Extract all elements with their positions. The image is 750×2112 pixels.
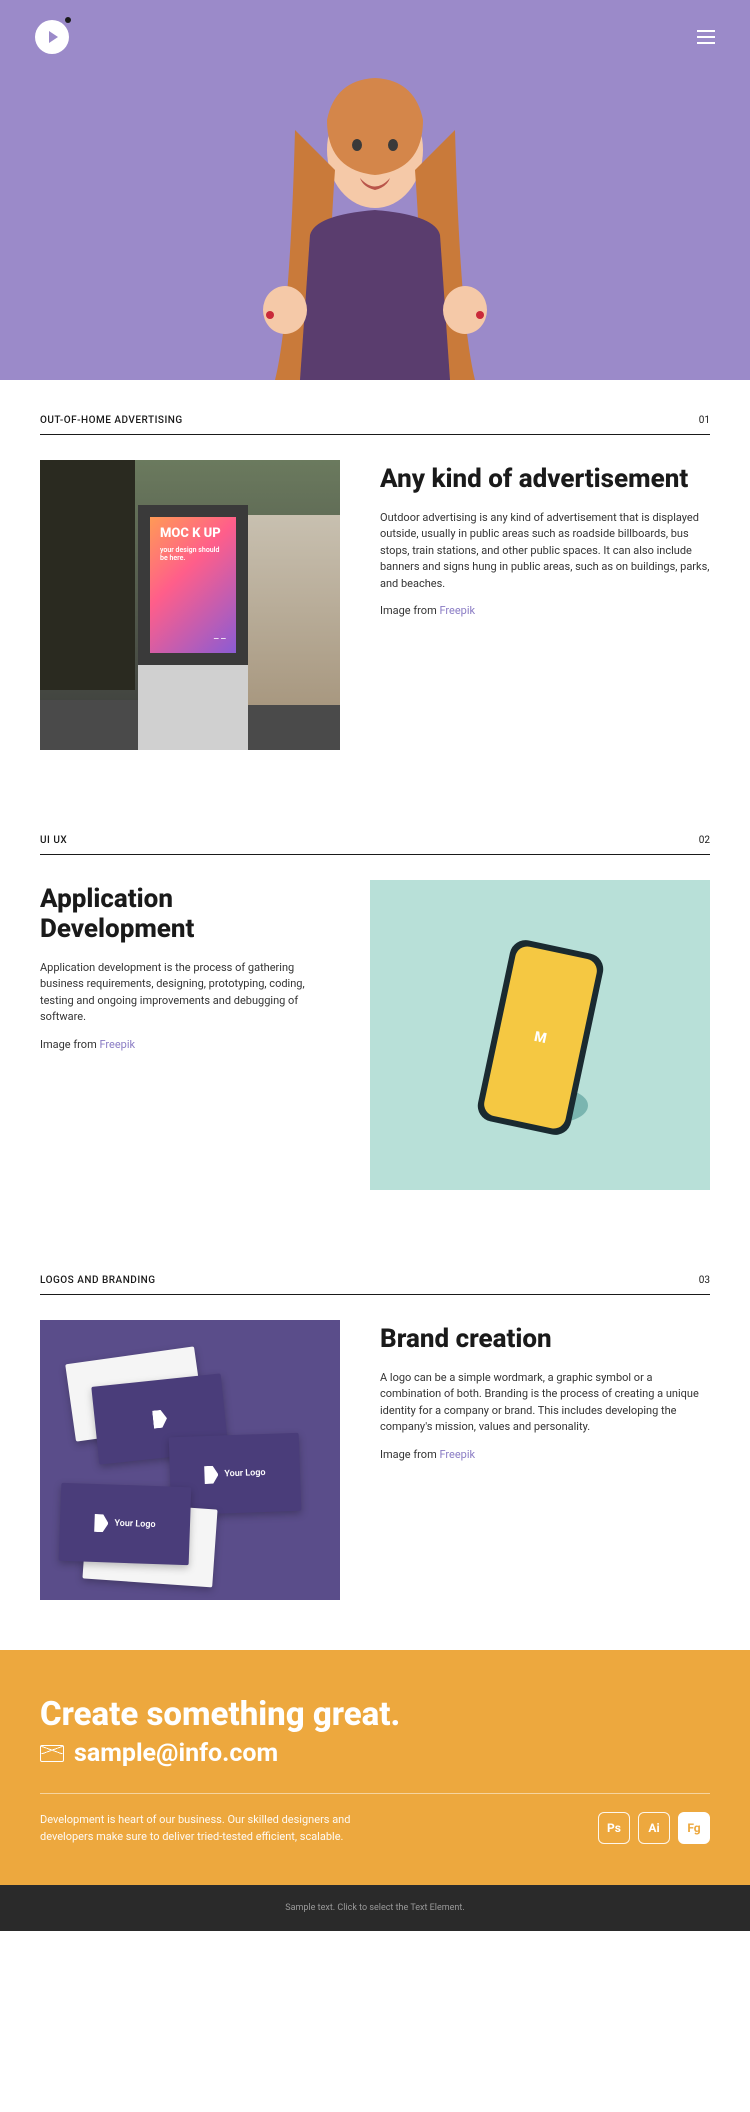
menu-button[interactable] bbox=[697, 30, 715, 44]
cta-title: Create something great. bbox=[40, 1695, 710, 1734]
credit-link[interactable]: Freepik bbox=[439, 604, 475, 617]
hero-nav bbox=[0, 20, 750, 54]
cta-description: Development is heart of our business. Ou… bbox=[40, 1812, 400, 1845]
cta-section: Create something great. sample@info.com … bbox=[0, 1650, 750, 1885]
hero-image bbox=[215, 40, 535, 380]
section-description: A logo can be a simple wordmark, a graph… bbox=[380, 1370, 710, 1436]
footer-text[interactable]: Sample text. Click to select the Text El… bbox=[18, 1903, 732, 1913]
illustrator-icon[interactable]: Ai bbox=[638, 1812, 670, 1844]
email-text: sample@info.com bbox=[74, 1739, 278, 1768]
divider bbox=[40, 1793, 710, 1794]
hero-section bbox=[0, 0, 750, 380]
image-credit: Image from Freepik bbox=[380, 1448, 710, 1461]
figma-icon[interactable]: Fg bbox=[678, 1812, 710, 1844]
section-application: UI UX 02 M Application Development Appli… bbox=[0, 800, 750, 1240]
section-number: 02 bbox=[699, 835, 710, 846]
section-advertisement: OUT-OF-HOME ADVERTISING 01 MOC K UP your… bbox=[0, 380, 750, 800]
mockup-billboard-image: MOC K UP your design should be here. — — bbox=[40, 460, 340, 750]
section-title: Any kind of advertisement bbox=[380, 465, 710, 495]
section-branding: LOGOS AND BRANDING 03 Your Logo Your Log… bbox=[0, 1240, 750, 1650]
mockup-sign-title: MOC K UP bbox=[160, 527, 226, 541]
section-header: LOGOS AND BRANDING 03 bbox=[40, 1275, 710, 1295]
section-tag: UI UX bbox=[40, 835, 67, 846]
mockup-phone-image: M bbox=[370, 880, 710, 1190]
cta-email[interactable]: sample@info.com bbox=[40, 1739, 710, 1768]
section-header: OUT-OF-HOME ADVERTISING 01 bbox=[40, 415, 710, 435]
section-title: Application Development bbox=[40, 885, 320, 945]
play-icon bbox=[49, 31, 58, 43]
section-title: Brand creation bbox=[380, 1325, 710, 1355]
section-number: 01 bbox=[699, 415, 710, 426]
section-tag: LOGOS AND BRANDING bbox=[40, 1275, 156, 1286]
section-tag: OUT-OF-HOME ADVERTISING bbox=[40, 415, 183, 426]
section-header: UI UX 02 bbox=[40, 835, 710, 855]
card-label: Your Logo bbox=[114, 1519, 155, 1530]
mockup-sign-sub: your design should be here. bbox=[160, 547, 226, 562]
image-credit: Image from Freepik bbox=[40, 1038, 320, 1051]
footer: Sample text. Click to select the Text El… bbox=[0, 1885, 750, 1931]
image-credit: Image from Freepik bbox=[380, 604, 710, 617]
play-button[interactable] bbox=[35, 20, 69, 54]
section-description: Outdoor advertising is any kind of adver… bbox=[380, 510, 710, 593]
app-icons: Ps Ai Fg bbox=[598, 1812, 710, 1844]
credit-link[interactable]: Freepik bbox=[439, 1448, 475, 1461]
photoshop-icon[interactable]: Ps bbox=[598, 1812, 630, 1844]
section-number: 03 bbox=[699, 1275, 710, 1286]
mockup-cards-image: Your Logo Your Logo bbox=[40, 1320, 340, 1600]
envelope-icon bbox=[40, 1745, 64, 1762]
card-label: Your Logo bbox=[224, 1468, 265, 1479]
section-description: Application development is the process o… bbox=[40, 960, 320, 1026]
credit-link[interactable]: Freepik bbox=[99, 1038, 135, 1051]
